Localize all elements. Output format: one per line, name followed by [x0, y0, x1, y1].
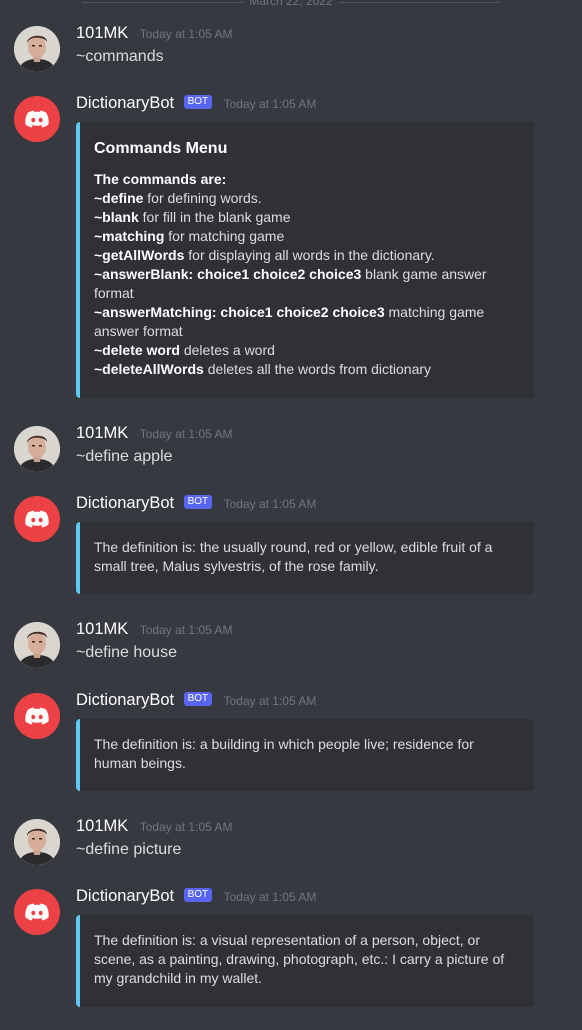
username[interactable]: 101MK — [76, 620, 128, 638]
embed-commands-menu: Commands Menu The commands are: ~define … — [76, 122, 534, 398]
embed-description: The definition is: a visual representati… — [94, 932, 505, 986]
command-description: for matching game — [164, 228, 285, 244]
embed-definition: The definition is: a visual representati… — [76, 915, 534, 1007]
command-item: ~delete word deletes a word — [94, 341, 520, 360]
username[interactable]: DictionaryBot — [76, 887, 174, 905]
timestamp: Today at 1:05 AM — [139, 26, 233, 41]
bot-tag: BOT — [183, 691, 213, 706]
username[interactable]: 101MK — [76, 817, 128, 835]
avatar[interactable] — [14, 496, 60, 542]
date-divider-label: March 22, 2022 — [243, 0, 339, 8]
user-photo-avatar-icon — [14, 819, 60, 865]
command-name: ~delete word — [94, 342, 180, 358]
timestamp: Today at 1:05 AM — [223, 889, 317, 904]
username[interactable]: DictionaryBot — [76, 494, 174, 512]
user-photo-avatar-icon — [14, 426, 60, 472]
command-name: ~getAllWords — [94, 247, 185, 263]
command-name: ~answerMatching: choice1 choice2 choice3 — [94, 304, 385, 320]
command-description: for displaying all words in the dictiona… — [184, 247, 435, 263]
timestamp: Today at 1:05 AM — [223, 96, 317, 111]
username[interactable]: 101MK — [76, 424, 128, 442]
command-name: ~answerBlank: choice1 choice2 choice3 — [94, 266, 362, 282]
embed-description: The commands are: ~define for defining w… — [94, 170, 520, 379]
command-description: deletes all the words from dictionary — [203, 361, 432, 377]
command-description: for fill in the blank game — [138, 209, 291, 225]
command-item: ~blank for fill in the blank game — [94, 208, 520, 227]
avatar[interactable] — [14, 693, 60, 739]
embed-description: The definition is: a building in which p… — [94, 736, 474, 771]
message-text: ~commands — [76, 48, 164, 65]
avatar[interactable] — [14, 819, 60, 865]
embed-definition: The definition is: the usually round, re… — [76, 522, 534, 594]
avatar[interactable] — [14, 26, 60, 72]
discord-logo-icon — [14, 496, 60, 542]
command-item: ~define for defining words. — [94, 189, 520, 208]
command-description: deletes a word — [179, 342, 275, 358]
command-name: ~define — [94, 190, 144, 206]
date-divider: March 22, 2022 — [0, 0, 582, 14]
embed-title: Commands Menu — [94, 140, 228, 157]
discord-logo-icon — [14, 693, 60, 739]
username[interactable]: DictionaryBot — [76, 94, 174, 112]
avatar[interactable] — [14, 96, 60, 142]
command-name: ~deleteAllWords — [94, 361, 204, 377]
avatar[interactable] — [14, 426, 60, 472]
command-name: ~matching — [94, 228, 165, 244]
avatar[interactable] — [14, 622, 60, 668]
message-text: ~define house — [76, 644, 177, 661]
command-description: for defining words. — [143, 190, 262, 206]
avatar[interactable] — [14, 889, 60, 935]
discord-logo-icon — [14, 889, 60, 935]
bot-tag: BOT — [183, 494, 213, 509]
embed-description: The definition is: the usually round, re… — [94, 539, 493, 574]
command-item: ~answerBlank: choice1 choice2 choice3 bl… — [94, 265, 520, 303]
timestamp: Today at 1:05 AM — [139, 622, 233, 637]
command-item: ~getAllWords for displaying all words in… — [94, 246, 520, 265]
bot-tag: BOT — [183, 887, 213, 902]
bot-tag: BOT — [183, 94, 213, 109]
timestamp: Today at 1:05 AM — [139, 426, 233, 441]
username[interactable]: 101MK — [76, 24, 128, 42]
command-item: ~answerMatching: choice1 choice2 choice3… — [94, 303, 520, 341]
user-photo-avatar-icon — [14, 622, 60, 668]
command-item: ~matching for matching game — [94, 227, 520, 246]
timestamp: Today at 1:05 AM — [223, 496, 317, 511]
message-text: ~define picture — [76, 841, 182, 858]
discord-logo-icon — [14, 96, 60, 142]
message-text: ~define apple — [76, 448, 173, 465]
user-photo-avatar-icon — [14, 26, 60, 72]
username[interactable]: DictionaryBot — [76, 691, 174, 709]
embed-definition: The definition is: a building in which p… — [76, 719, 534, 791]
command-item: ~deleteAllWords deletes all the words fr… — [94, 360, 520, 379]
command-name: ~blank — [94, 209, 139, 225]
timestamp: Today at 1:05 AM — [139, 819, 233, 834]
commands-heading: The commands are: — [94, 171, 227, 187]
timestamp: Today at 1:05 AM — [223, 693, 317, 708]
